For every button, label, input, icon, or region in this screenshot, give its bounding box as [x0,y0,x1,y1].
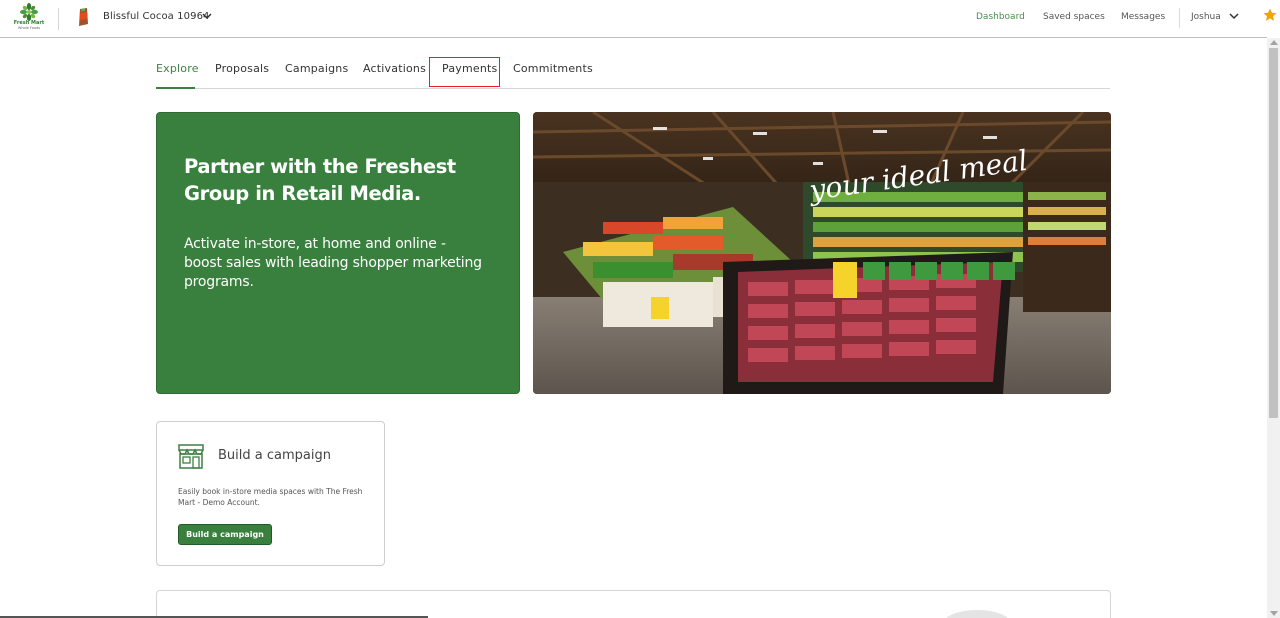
build-campaign-title: Build a campaign [218,448,331,463]
hero-subtitle: Activate in-store, at home and online - … [184,236,482,290]
tab-commitments[interactable]: Commitments [513,62,593,75]
chevron-down-icon[interactable] [201,10,213,22]
hero-title: Partner with the Freshest Group in Retai… [184,155,456,205]
build-campaign-card: Build a campaign Easily book in-store me… [156,421,385,566]
active-tab-indicator [156,87,195,89]
build-campaign-description: Easily book in-store media spaces with T… [178,487,363,507]
scrollbar-thumb[interactable] [1269,48,1278,418]
scroll-down-arrow-icon[interactable] [1270,611,1278,616]
storefront-icon [178,444,204,469]
star-icon[interactable] [1263,8,1277,22]
chevron-down-icon[interactable] [1228,10,1240,22]
header-divider [58,8,59,30]
tab-explore[interactable]: Explore [156,62,199,75]
tab-activations[interactable]: Activations [363,62,426,75]
nav-dashboard-link[interactable]: Dashboard [976,12,1025,22]
store-interior-illustration: your ideal meal [533,112,1111,394]
grocery-store-image: your ideal meal [533,112,1111,394]
leaf-logo-icon [20,3,38,21]
tab-campaigns[interactable]: Campaigns [285,62,348,75]
logo-subtext: Whole Foods [17,26,41,30]
nav-messages-link[interactable]: Messages [1121,12,1165,22]
build-campaign-button[interactable]: Build a campaign [178,524,272,545]
fresh-mart-logo[interactable]: Fresh Mart Whole Foods [12,3,46,33]
user-menu-label[interactable]: Joshua [1191,12,1221,22]
nav-saved-spaces-link[interactable]: Saved spaces [1043,12,1105,22]
brand-selector-label[interactable]: Blissful Cocoa 10964 [103,11,210,22]
tab-proposals[interactable]: Proposals [215,62,269,75]
nav-divider [1179,8,1180,28]
brand-product-icon [79,8,88,26]
tab-payments[interactable]: Payments [442,62,498,75]
main-tabs: Explore Proposals Campaigns Activations … [156,56,1110,89]
top-header: Fresh Mart Whole Foods Blissful Cocoa 10… [0,0,1277,38]
hero-banner: Partner with the Freshest Group in Retai… [156,112,520,394]
scroll-up-arrow-icon[interactable] [1270,40,1278,45]
